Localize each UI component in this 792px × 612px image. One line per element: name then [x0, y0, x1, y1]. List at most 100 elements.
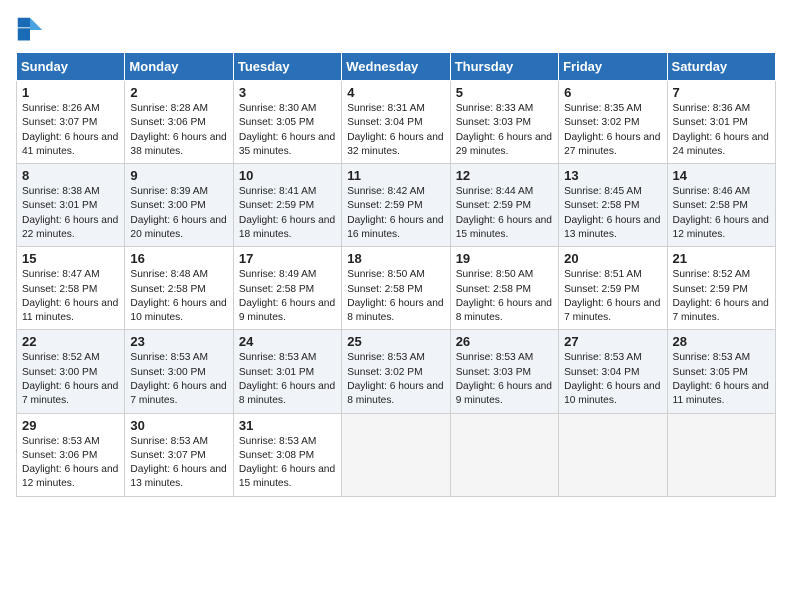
day-number: 14: [673, 168, 770, 183]
cell-info: Sunrise: 8:31 AMSunset: 3:04 PMDaylight:…: [347, 103, 443, 157]
calendar-cell: 31 Sunrise: 8:53 AMSunset: 3:08 PMDaylig…: [233, 413, 341, 496]
weekday-header-saturday: Saturday: [667, 53, 775, 81]
day-number: 3: [239, 85, 336, 100]
calendar-cell: 3 Sunrise: 8:30 AMSunset: 3:05 PMDayligh…: [233, 81, 341, 164]
day-number: 16: [130, 251, 227, 266]
day-number: 7: [673, 85, 770, 100]
day-number: 27: [564, 334, 661, 349]
cell-info: Sunrise: 8:33 AMSunset: 3:03 PMDaylight:…: [456, 103, 552, 157]
day-number: 12: [456, 168, 553, 183]
calendar-cell: 15 Sunrise: 8:47 AMSunset: 2:58 PMDaylig…: [17, 247, 125, 330]
cell-info: Sunrise: 8:53 AMSunset: 3:02 PMDaylight:…: [347, 352, 443, 406]
calendar-cell: 25 Sunrise: 8:53 AMSunset: 3:02 PMDaylig…: [342, 330, 450, 413]
day-number: 26: [456, 334, 553, 349]
day-number: 8: [22, 168, 119, 183]
cell-info: Sunrise: 8:52 AMSunset: 2:59 PMDaylight:…: [673, 269, 769, 323]
cell-info: Sunrise: 8:53 AMSunset: 3:05 PMDaylight:…: [673, 352, 769, 406]
day-number: 23: [130, 334, 227, 349]
day-number: 25: [347, 334, 444, 349]
day-number: 17: [239, 251, 336, 266]
calendar-cell: [559, 413, 667, 496]
cell-info: Sunrise: 8:35 AMSunset: 3:02 PMDaylight:…: [564, 103, 660, 157]
cell-info: Sunrise: 8:45 AMSunset: 2:58 PMDaylight:…: [564, 186, 660, 240]
day-number: 21: [673, 251, 770, 266]
day-number: 5: [456, 85, 553, 100]
logo: [16, 16, 48, 44]
day-number: 18: [347, 251, 444, 266]
day-number: 20: [564, 251, 661, 266]
calendar-cell: 11 Sunrise: 8:42 AMSunset: 2:59 PMDaylig…: [342, 164, 450, 247]
calendar-cell: 9 Sunrise: 8:39 AMSunset: 3:00 PMDayligh…: [125, 164, 233, 247]
day-number: 2: [130, 85, 227, 100]
day-number: 30: [130, 418, 227, 433]
calendar-cell: 4 Sunrise: 8:31 AMSunset: 3:04 PMDayligh…: [342, 81, 450, 164]
calendar-table: SundayMondayTuesdayWednesdayThursdayFrid…: [16, 52, 776, 497]
day-number: 29: [22, 418, 119, 433]
cell-info: Sunrise: 8:36 AMSunset: 3:01 PMDaylight:…: [673, 103, 769, 157]
calendar-cell: 17 Sunrise: 8:49 AMSunset: 2:58 PMDaylig…: [233, 247, 341, 330]
day-number: 6: [564, 85, 661, 100]
day-number: 19: [456, 251, 553, 266]
day-number: 28: [673, 334, 770, 349]
calendar-cell: 8 Sunrise: 8:38 AMSunset: 3:01 PMDayligh…: [17, 164, 125, 247]
cell-info: Sunrise: 8:28 AMSunset: 3:06 PMDaylight:…: [130, 103, 226, 157]
cell-info: Sunrise: 8:26 AMSunset: 3:07 PMDaylight:…: [22, 103, 118, 157]
weekday-header-thursday: Thursday: [450, 53, 558, 81]
calendar-cell: 20 Sunrise: 8:51 AMSunset: 2:59 PMDaylig…: [559, 247, 667, 330]
calendar-cell: 13 Sunrise: 8:45 AMSunset: 2:58 PMDaylig…: [559, 164, 667, 247]
calendar-cell: 12 Sunrise: 8:44 AMSunset: 2:59 PMDaylig…: [450, 164, 558, 247]
weekday-header-monday: Monday: [125, 53, 233, 81]
logo-icon: [16, 16, 44, 44]
calendar-cell: 19 Sunrise: 8:50 AMSunset: 2:58 PMDaylig…: [450, 247, 558, 330]
day-number: 4: [347, 85, 444, 100]
weekday-header-sunday: Sunday: [17, 53, 125, 81]
cell-info: Sunrise: 8:53 AMSunset: 3:04 PMDaylight:…: [564, 352, 660, 406]
calendar-cell: 10 Sunrise: 8:41 AMSunset: 2:59 PMDaylig…: [233, 164, 341, 247]
calendar-cell: 6 Sunrise: 8:35 AMSunset: 3:02 PMDayligh…: [559, 81, 667, 164]
day-number: 24: [239, 334, 336, 349]
calendar-cell: 22 Sunrise: 8:52 AMSunset: 3:00 PMDaylig…: [17, 330, 125, 413]
cell-info: Sunrise: 8:53 AMSunset: 3:06 PMDaylight:…: [22, 436, 118, 490]
day-number: 22: [22, 334, 119, 349]
calendar-cell: 27 Sunrise: 8:53 AMSunset: 3:04 PMDaylig…: [559, 330, 667, 413]
weekday-header-wednesday: Wednesday: [342, 53, 450, 81]
calendar-cell: 28 Sunrise: 8:53 AMSunset: 3:05 PMDaylig…: [667, 330, 775, 413]
cell-info: Sunrise: 8:51 AMSunset: 2:59 PMDaylight:…: [564, 269, 660, 323]
cell-info: Sunrise: 8:52 AMSunset: 3:00 PMDaylight:…: [22, 352, 118, 406]
day-number: 9: [130, 168, 227, 183]
calendar-cell: 16 Sunrise: 8:48 AMSunset: 2:58 PMDaylig…: [125, 247, 233, 330]
calendar-cell: 30 Sunrise: 8:53 AMSunset: 3:07 PMDaylig…: [125, 413, 233, 496]
cell-info: Sunrise: 8:50 AMSunset: 2:58 PMDaylight:…: [456, 269, 552, 323]
cell-info: Sunrise: 8:46 AMSunset: 2:58 PMDaylight:…: [673, 186, 769, 240]
weekday-header-friday: Friday: [559, 53, 667, 81]
cell-info: Sunrise: 8:49 AMSunset: 2:58 PMDaylight:…: [239, 269, 335, 323]
cell-info: Sunrise: 8:47 AMSunset: 2:58 PMDaylight:…: [22, 269, 118, 323]
cell-info: Sunrise: 8:53 AMSunset: 3:03 PMDaylight:…: [456, 352, 552, 406]
calendar-cell: 7 Sunrise: 8:36 AMSunset: 3:01 PMDayligh…: [667, 81, 775, 164]
calendar-cell: 5 Sunrise: 8:33 AMSunset: 3:03 PMDayligh…: [450, 81, 558, 164]
calendar-cell: 26 Sunrise: 8:53 AMSunset: 3:03 PMDaylig…: [450, 330, 558, 413]
calendar-cell: 23 Sunrise: 8:53 AMSunset: 3:00 PMDaylig…: [125, 330, 233, 413]
day-number: 11: [347, 168, 444, 183]
calendar-cell: 21 Sunrise: 8:52 AMSunset: 2:59 PMDaylig…: [667, 247, 775, 330]
cell-info: Sunrise: 8:50 AMSunset: 2:58 PMDaylight:…: [347, 269, 443, 323]
calendar-cell: [667, 413, 775, 496]
day-number: 10: [239, 168, 336, 183]
calendar-cell: 2 Sunrise: 8:28 AMSunset: 3:06 PMDayligh…: [125, 81, 233, 164]
calendar-cell: 24 Sunrise: 8:53 AMSunset: 3:01 PMDaylig…: [233, 330, 341, 413]
cell-info: Sunrise: 8:53 AMSunset: 3:00 PMDaylight:…: [130, 352, 226, 406]
cell-info: Sunrise: 8:38 AMSunset: 3:01 PMDaylight:…: [22, 186, 118, 240]
cell-info: Sunrise: 8:48 AMSunset: 2:58 PMDaylight:…: [130, 269, 226, 323]
calendar-cell: 1 Sunrise: 8:26 AMSunset: 3:07 PMDayligh…: [17, 81, 125, 164]
day-number: 13: [564, 168, 661, 183]
cell-info: Sunrise: 8:39 AMSunset: 3:00 PMDaylight:…: [130, 186, 226, 240]
day-number: 31: [239, 418, 336, 433]
calendar-cell: 18 Sunrise: 8:50 AMSunset: 2:58 PMDaylig…: [342, 247, 450, 330]
calendar-cell: [342, 413, 450, 496]
cell-info: Sunrise: 8:53 AMSunset: 3:01 PMDaylight:…: [239, 352, 335, 406]
cell-info: Sunrise: 8:42 AMSunset: 2:59 PMDaylight:…: [347, 186, 443, 240]
cell-info: Sunrise: 8:41 AMSunset: 2:59 PMDaylight:…: [239, 186, 335, 240]
calendar-cell: 14 Sunrise: 8:46 AMSunset: 2:58 PMDaylig…: [667, 164, 775, 247]
cell-info: Sunrise: 8:53 AMSunset: 3:07 PMDaylight:…: [130, 436, 226, 490]
cell-info: Sunrise: 8:53 AMSunset: 3:08 PMDaylight:…: [239, 436, 335, 490]
